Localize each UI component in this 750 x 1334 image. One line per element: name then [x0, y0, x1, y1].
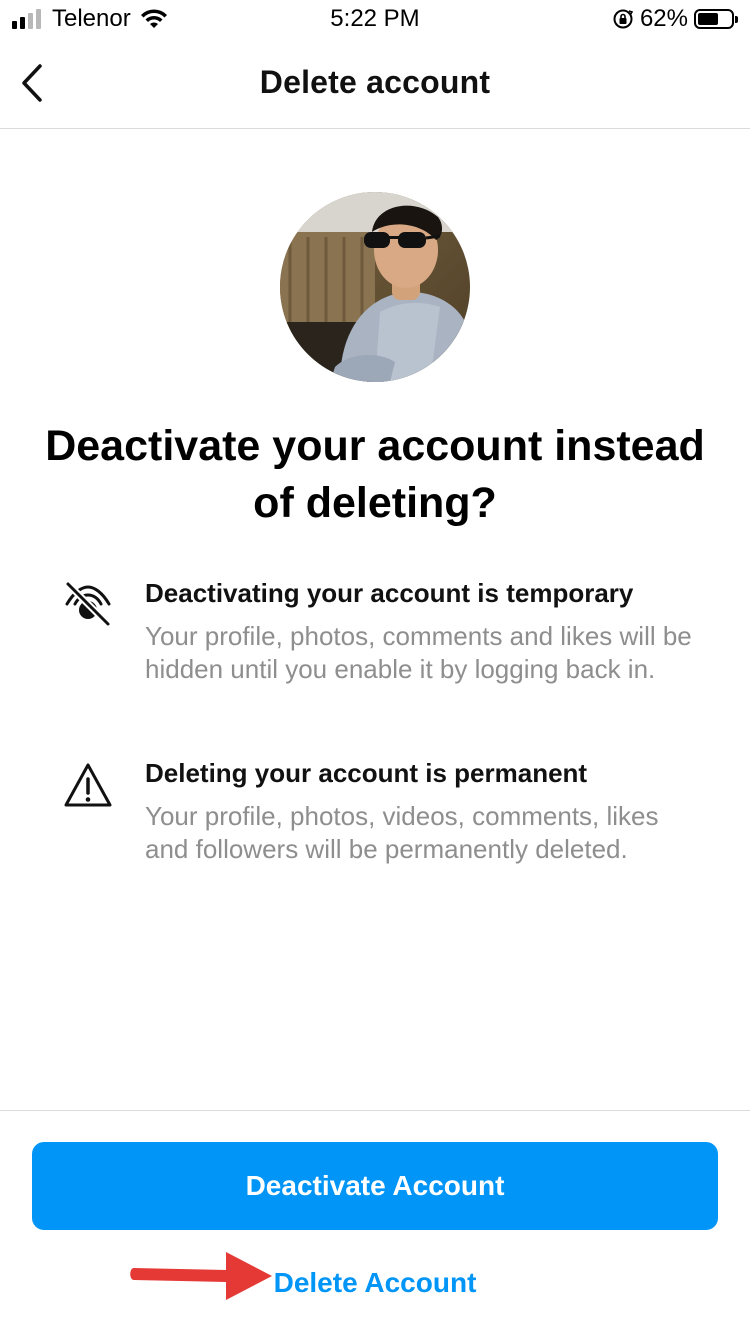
delete-account-screen: Telenor 5:22 PM 62% Delete account Deact… [0, 0, 750, 1334]
page-title: Delete account [259, 64, 491, 100]
status-bar-right: 62% [612, 5, 738, 33]
orientation-lock-icon [613, 9, 634, 29]
status-bar: Telenor 5:22 PM 62% [0, 0, 750, 40]
deactivate-account-button[interactable]: Deactivate Account [32, 1142, 718, 1230]
profile-avatar [280, 192, 470, 382]
eye-off-icon [62, 578, 114, 630]
deactivate-prompt-heading: Deactivate your account instead of delet… [45, 422, 705, 527]
bottom-divider [0, 1110, 750, 1111]
info-description-deactivate: Your profile, photos, comments and likes… [145, 621, 692, 684]
info-title-delete: Deleting your account is permanent [145, 758, 588, 788]
info-description-delete: Your profile, photos, videos, comments, … [145, 801, 659, 864]
annotation-arrow [130, 1252, 272, 1300]
battery-icon [694, 9, 738, 29]
warning-triangle-icon [62, 760, 114, 812]
delete-account-link[interactable]: Delete Account [255, 1260, 495, 1308]
nav-bar: Delete account [0, 40, 750, 129]
battery-percentage: 62% [639, 5, 688, 32]
info-title-deactivate: Deactivating your account is temporary [145, 578, 634, 608]
profile-photo [280, 192, 470, 382]
battery-fill [698, 13, 718, 25]
battery-tip [735, 16, 738, 23]
